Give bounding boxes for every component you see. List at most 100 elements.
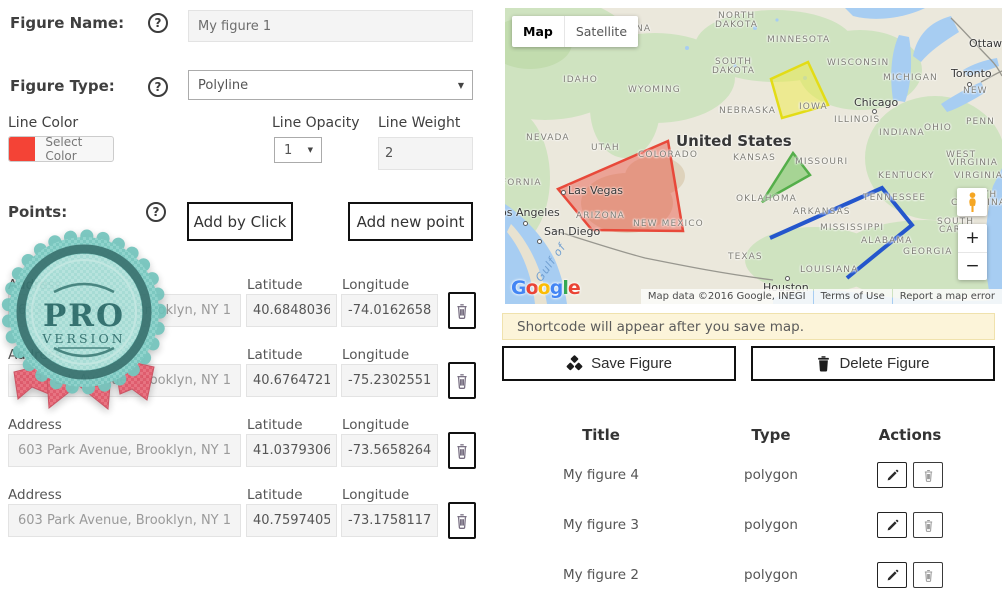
map-city-dot: [967, 82, 972, 87]
point-latitude-input[interactable]: [246, 364, 337, 397]
point-address-input[interactable]: [8, 364, 241, 397]
longitude-column-label: Longitude: [342, 347, 409, 363]
line-color-label: Line Color: [8, 115, 78, 131]
point-longitude-input[interactable]: [341, 434, 438, 467]
line-color-swatch: [9, 137, 35, 161]
map-city-dot: [537, 239, 542, 244]
figure-type-help-icon[interactable]: ?: [148, 77, 168, 97]
trash-icon: [455, 513, 469, 529]
address-column-label: Address: [8, 347, 62, 363]
map-state-label: COLORADO: [638, 150, 698, 160]
report-map-error-link[interactable]: Report a map error: [893, 289, 1002, 304]
delete-figure-label: Delete Figure: [839, 355, 929, 372]
figure-title: My figure 4: [505, 467, 697, 483]
point-address-input[interactable]: [8, 434, 241, 467]
type-column-header: Type: [697, 426, 845, 444]
map-state-label: NEBRASKA: [719, 106, 776, 116]
select-color-button[interactable]: Select Color: [8, 136, 114, 162]
map-state-label: INDIANA: [879, 128, 925, 138]
point-latitude-input[interactable]: [246, 294, 337, 327]
zoom-out-button[interactable]: −: [958, 253, 987, 281]
map-state-label: IDAHO: [563, 75, 598, 85]
map-state-label: VIRGINIA: [954, 171, 1002, 181]
map-state-label: PENN: [966, 117, 995, 127]
google-logo[interactable]: Google: [511, 277, 580, 299]
point-longitude-input[interactable]: [341, 294, 438, 327]
figure-name-help-icon[interactable]: ?: [148, 13, 168, 33]
map-type-map-button[interactable]: Map: [512, 16, 564, 47]
title-column-header: Title: [505, 426, 697, 444]
longitude-column-label: Longitude: [342, 417, 409, 433]
add-by-click-button[interactable]: Add by Click: [187, 202, 293, 241]
point-latitude-input[interactable]: [246, 434, 337, 467]
points-label: Points:: [8, 203, 67, 221]
delete-figure-row-button[interactable]: [913, 512, 943, 538]
add-new-point-button[interactable]: Add new point: [348, 202, 473, 241]
figure-type-value: Polyline: [198, 78, 248, 93]
map-city-label: Chicago: [854, 96, 898, 109]
figure-type-select[interactable]: Polyline ▼: [188, 70, 473, 100]
figure-editor-page: Figure Name: ? Figure Type: ? Polyline ▼…: [0, 0, 1002, 606]
edit-figure-button[interactable]: [877, 512, 907, 538]
map-city-label: os Angeles: [505, 206, 560, 219]
save-figure-button[interactable]: Save Figure: [502, 346, 736, 381]
zoom-control: + −: [958, 224, 987, 280]
map-state-label: KENTUCKY: [878, 171, 935, 181]
map-state-label: NEVADA: [526, 133, 570, 143]
pencil-icon: [886, 569, 899, 582]
map-state-label: ARKANSAS: [793, 207, 851, 217]
trash-icon: [816, 355, 831, 372]
trash-icon: [923, 519, 934, 532]
figure-table-row: My figure 2 polygon: [505, 550, 1002, 600]
delete-figure-row-button[interactable]: [913, 562, 943, 588]
map-state-label: GEORGIA: [903, 247, 952, 257]
terms-of-use-link[interactable]: Terms of Use: [814, 289, 892, 304]
map-state-label: LOUISIANA: [800, 265, 858, 275]
chevron-down-icon: ▼: [458, 81, 464, 90]
figure-type-label: Figure Type:: [10, 77, 115, 95]
point-address-input[interactable]: [8, 294, 241, 327]
figures-table: Title Type Actions My figure 4 polygon: [505, 420, 1002, 600]
longitude-column-label: Longitude: [342, 277, 409, 293]
map-type-control: Map Satellite: [512, 16, 638, 47]
latitude-column-label: Latitude: [247, 487, 303, 503]
google-map[interactable]: MONTANANORTHDAKOTAMINNESOTAWISCONSINMICH…: [505, 8, 1002, 304]
map-state-label: DAKOTA: [715, 20, 758, 30]
line-opacity-value: 1: [284, 143, 292, 158]
map-city-label: Las Vegas: [568, 184, 623, 197]
delete-point-button[interactable]: [448, 502, 476, 539]
delete-point-button[interactable]: [448, 432, 476, 469]
point-longitude-input[interactable]: [341, 364, 438, 397]
point-latitude-input[interactable]: [246, 504, 337, 537]
edit-figure-button[interactable]: [877, 462, 907, 488]
pegman-control[interactable]: [957, 188, 987, 216]
line-opacity-select[interactable]: 1 ▼: [274, 137, 322, 163]
map-city-label: San Diego: [544, 225, 600, 238]
delete-point-button[interactable]: [448, 362, 476, 399]
figure-name-input[interactable]: [188, 10, 473, 42]
figure-table-row: My figure 4 polygon: [505, 450, 1002, 500]
map-state-label: NEW: [963, 86, 988, 96]
point-address-input[interactable]: [8, 504, 241, 537]
zoom-in-button[interactable]: +: [958, 224, 987, 253]
map-city-dot: [523, 221, 528, 226]
points-help-icon[interactable]: ?: [146, 202, 166, 222]
map-city-label: Ottaw: [969, 37, 1002, 50]
figures-table-header: Title Type Actions: [505, 420, 1002, 450]
delete-figure-row-button[interactable]: [913, 462, 943, 488]
edit-figure-button[interactable]: [877, 562, 907, 588]
map-state-label: ILLINOIS: [834, 115, 880, 125]
delete-figure-button[interactable]: Delete Figure: [751, 346, 995, 381]
figure-title: My figure 3: [505, 517, 697, 533]
map-state-label: NEW MEXICO: [633, 219, 704, 229]
point-longitude-input[interactable]: [341, 504, 438, 537]
map-attribution: Map data ©2016 Google, INEGI Terms of Us…: [640, 289, 1002, 304]
map-city-dot: [561, 190, 566, 195]
delete-point-button[interactable]: [448, 292, 476, 329]
latitude-column-label: Latitude: [247, 277, 303, 293]
trash-icon: [923, 469, 934, 482]
figure-name-label: Figure Name:: [10, 14, 124, 32]
chevron-down-icon: ▼: [308, 146, 313, 154]
line-weight-input[interactable]: [378, 137, 473, 170]
map-type-satellite-button[interactable]: Satellite: [564, 16, 638, 47]
